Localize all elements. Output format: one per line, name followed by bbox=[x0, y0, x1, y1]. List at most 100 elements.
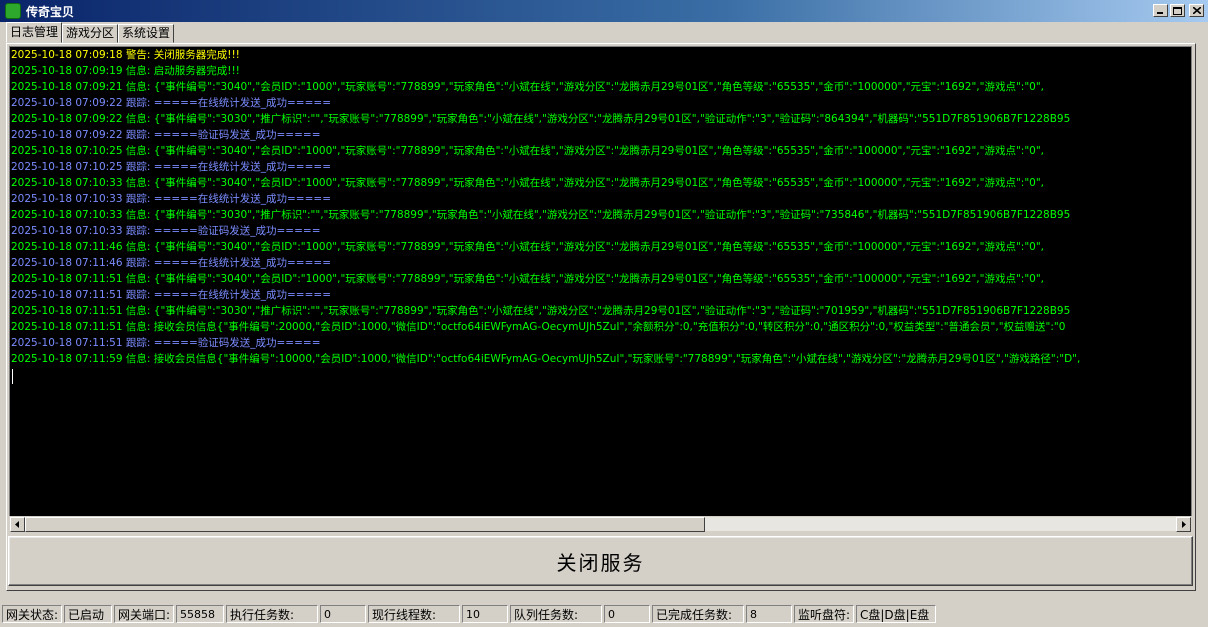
watched-drives-value: C盘|D盘|E盘 bbox=[856, 605, 936, 623]
log-message: 关闭服务器完成!!! bbox=[153, 49, 240, 61]
log-level: 跟踪: bbox=[125, 225, 151, 237]
log-line: 2025-10-18 07:10:33 信息: {"事件编号":"3040","… bbox=[10, 175, 1191, 191]
log-line: 2025-10-18 07:09:18 警告: 关闭服务器完成!!! bbox=[10, 47, 1191, 63]
log-level: 信息: bbox=[125, 305, 151, 317]
log-message: {"事件编号":"3040","会员ID":"1000","玩家账号":"778… bbox=[153, 241, 1045, 253]
tab-system-settings[interactable]: 系统设置 bbox=[118, 24, 175, 43]
scroll-left-icon[interactable] bbox=[10, 517, 25, 532]
log-message: {"事件编号":"3040","会员ID":"1000","玩家账号":"778… bbox=[153, 81, 1045, 93]
log-line: 2025-10-18 07:10:25 信息: {"事件编号":"3040","… bbox=[10, 143, 1191, 159]
tab-log-management[interactable]: 日志管理 bbox=[6, 22, 63, 43]
log-timestamp: 2025-10-18 07:11:51 bbox=[11, 273, 123, 285]
maximize-icon[interactable] bbox=[1170, 4, 1185, 17]
gateway-port-value: 55858 bbox=[176, 605, 224, 623]
log-level: 信息: bbox=[125, 177, 151, 189]
log-message: =====验证码发送_成功===== bbox=[153, 225, 321, 237]
log-timestamp: 2025-10-18 07:09:22 bbox=[11, 97, 123, 109]
log-message: =====在线统计发送_成功===== bbox=[153, 97, 331, 109]
log-console[interactable]: 2025-10-18 07:09:18 警告: 关闭服务器完成!!! 2025-1… bbox=[9, 46, 1192, 517]
log-line: 2025-10-18 07:09:19 信息: 启动服务器完成!!! bbox=[10, 63, 1191, 79]
log-line: 2025-10-18 07:09:22 跟踪: =====验证码发送_成功===… bbox=[10, 127, 1191, 143]
queued-tasks-value: 0 bbox=[604, 605, 650, 623]
log-level: 信息: bbox=[125, 65, 151, 77]
status-bar: 网关状态: 已启动 网关端口: 55858 执行任务数: 0 现行线程数: 10… bbox=[0, 603, 1208, 625]
running-tasks-value: 0 bbox=[320, 605, 366, 623]
running-tasks-label: 执行任务数: bbox=[226, 605, 318, 623]
log-timestamp: 2025-10-18 07:11:46 bbox=[11, 257, 123, 269]
log-level: 信息: bbox=[125, 353, 151, 365]
log-line: 2025-10-18 07:11:51 信息: 接收会员信息{"事件编号":20… bbox=[10, 319, 1191, 335]
log-message: {"事件编号":"3040","会员ID":"1000","玩家账号":"778… bbox=[153, 273, 1045, 285]
log-level: 信息: bbox=[125, 113, 151, 125]
log-message: 接收会员信息{"事件编号":20000,"会员ID":1000,"微信ID":"… bbox=[153, 321, 1066, 333]
log-timestamp: 2025-10-18 07:11:51 bbox=[11, 337, 123, 349]
gateway-port-label: 网关端口: bbox=[114, 605, 174, 623]
gateway-status-value: 已启动 bbox=[64, 605, 112, 623]
active-threads-label: 现行线程数: bbox=[368, 605, 460, 623]
completed-tasks-label: 已完成任务数: bbox=[652, 605, 744, 623]
log-level: 警告: bbox=[125, 49, 151, 61]
app-icon bbox=[5, 3, 21, 19]
log-level: 跟踪: bbox=[125, 193, 151, 205]
log-line: 2025-10-18 07:11:46 跟踪: =====在线统计发送_成功==… bbox=[10, 255, 1191, 271]
log-line: 2025-10-18 07:10:25 跟踪: =====在线统计发送_成功==… bbox=[10, 159, 1191, 175]
log-timestamp: 2025-10-18 07:09:22 bbox=[11, 129, 123, 141]
title-bar[interactable]: 传奇宝贝 bbox=[0, 0, 1208, 22]
text-caret bbox=[12, 369, 13, 384]
scroll-right-icon[interactable] bbox=[1176, 517, 1191, 532]
log-message: {"事件编号":"3030","推广标识":"","玩家账号":"778899"… bbox=[153, 209, 1071, 221]
log-line: 2025-10-18 07:11:51 跟踪: =====验证码发送_成功===… bbox=[10, 335, 1191, 351]
log-line: 2025-10-18 07:10:33 跟踪: =====验证码发送_成功===… bbox=[10, 223, 1191, 239]
log-timestamp: 2025-10-18 07:09:18 bbox=[11, 49, 123, 61]
log-level: 信息: bbox=[125, 145, 151, 157]
scrollbar-thumb[interactable] bbox=[25, 517, 705, 532]
completed-tasks-value: 8 bbox=[746, 605, 792, 623]
log-timestamp: 2025-10-18 07:11:51 bbox=[11, 305, 123, 317]
close-service-button[interactable]: 关闭服务 bbox=[8, 536, 1193, 586]
log-message: {"事件编号":"3040","会员ID":"1000","玩家账号":"778… bbox=[153, 145, 1045, 157]
log-level: 跟踪: bbox=[125, 129, 151, 141]
log-timestamp: 2025-10-18 07:10:33 bbox=[11, 225, 123, 237]
queued-tasks-label: 队列任务数: bbox=[510, 605, 602, 623]
log-message: {"事件编号":"3040","会员ID":"1000","玩家账号":"778… bbox=[153, 177, 1045, 189]
log-message: {"事件编号":"3030","推广标识":"","玩家账号":"778899"… bbox=[153, 305, 1071, 317]
log-message: {"事件编号":"3030","推广标识":"","玩家账号":"778899"… bbox=[153, 113, 1071, 125]
minimize-icon[interactable] bbox=[1153, 4, 1168, 17]
log-level: 跟踪: bbox=[125, 161, 151, 173]
log-level: 信息: bbox=[125, 81, 151, 93]
log-timestamp: 2025-10-18 07:10:25 bbox=[11, 161, 123, 173]
watched-drives-label: 监听盘符: bbox=[794, 605, 854, 623]
log-level: 跟踪: bbox=[125, 289, 151, 301]
log-timestamp: 2025-10-18 07:10:33 bbox=[11, 209, 123, 221]
log-timestamp: 2025-10-18 07:10:33 bbox=[11, 193, 123, 205]
log-line: 2025-10-18 07:10:33 跟踪: =====在线统计发送_成功==… bbox=[10, 191, 1191, 207]
log-level: 信息: bbox=[125, 241, 151, 253]
tab-bar: 日志管理 游戏分区 系统设置 bbox=[6, 22, 175, 43]
log-line: 2025-10-18 07:11:51 信息: {"事件编号":"3030","… bbox=[10, 303, 1191, 319]
log-timestamp: 2025-10-18 07:09:21 bbox=[11, 81, 123, 93]
log-message: 启动服务器完成!!! bbox=[153, 65, 240, 77]
close-icon[interactable] bbox=[1189, 4, 1204, 17]
log-line: 2025-10-18 07:09:22 信息: {"事件编号":"3030","… bbox=[10, 111, 1191, 127]
tab-game-zones[interactable]: 游戏分区 bbox=[62, 24, 119, 43]
window-controls bbox=[1153, 4, 1204, 17]
horizontal-scrollbar[interactable] bbox=[9, 516, 1192, 532]
log-timestamp: 2025-10-18 07:11:59 bbox=[11, 353, 123, 365]
log-message: =====在线统计发送_成功===== bbox=[153, 289, 331, 301]
log-message: =====验证码发送_成功===== bbox=[153, 129, 321, 141]
log-level: 跟踪: bbox=[125, 257, 151, 269]
log-message: =====在线统计发送_成功===== bbox=[153, 193, 331, 205]
log-timestamp: 2025-10-18 07:10:33 bbox=[11, 177, 123, 189]
log-timestamp: 2025-10-18 07:11:51 bbox=[11, 321, 123, 333]
log-message: =====在线统计发送_成功===== bbox=[153, 161, 331, 173]
log-level: 跟踪: bbox=[125, 337, 151, 349]
log-timestamp: 2025-10-18 07:11:46 bbox=[11, 241, 123, 253]
log-message: =====在线统计发送_成功===== bbox=[153, 257, 331, 269]
log-timestamp: 2025-10-18 07:09:19 bbox=[11, 65, 123, 77]
gateway-status-label: 网关状态: bbox=[2, 605, 62, 623]
log-line: 2025-10-18 07:11:46 信息: {"事件编号":"3040","… bbox=[10, 239, 1191, 255]
log-message: =====验证码发送_成功===== bbox=[153, 337, 321, 349]
log-level: 跟踪: bbox=[125, 97, 151, 109]
log-level: 信息: bbox=[125, 273, 151, 285]
log-timestamp: 2025-10-18 07:10:25 bbox=[11, 145, 123, 157]
